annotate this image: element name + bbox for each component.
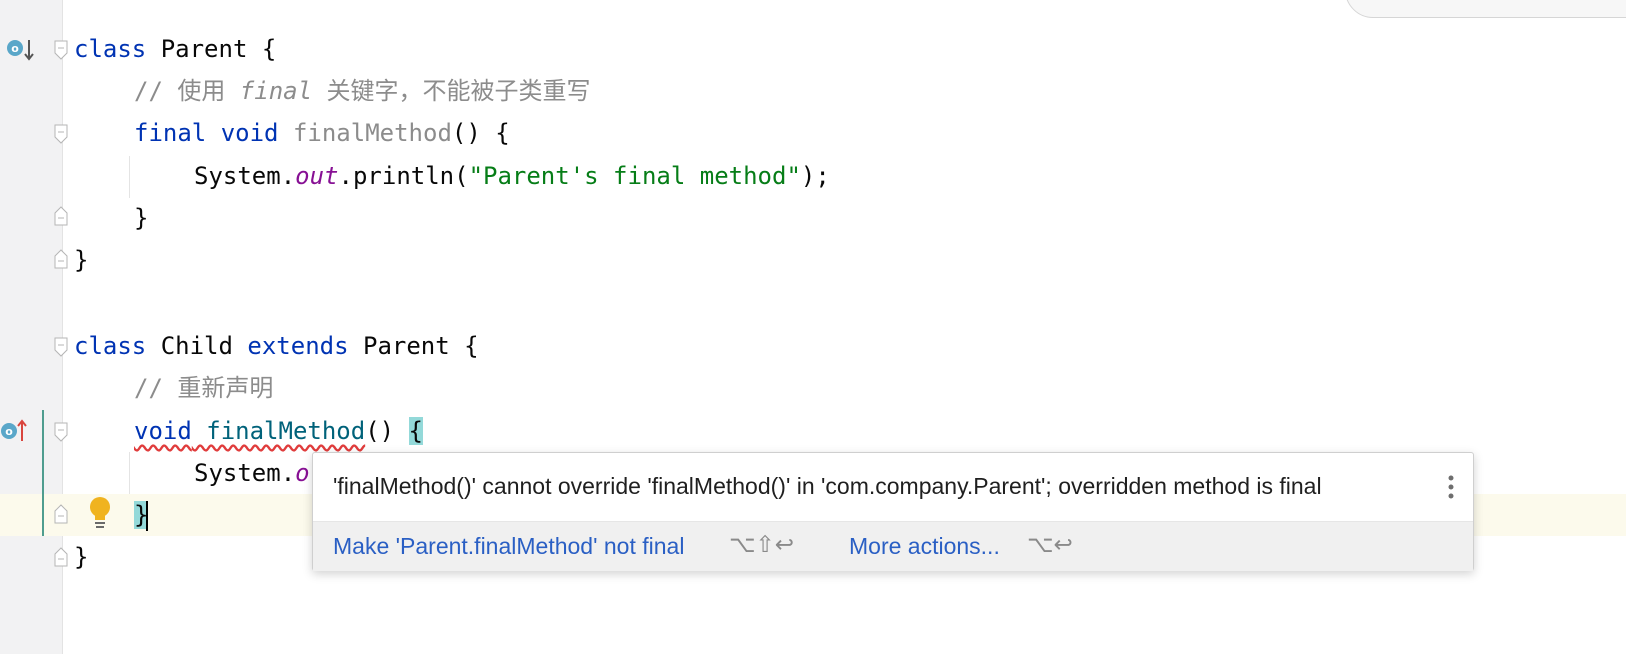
class-name: Parent {: [146, 35, 277, 63]
string-literal: "Parent's final method": [468, 162, 801, 190]
code-line-13[interactable]: }: [74, 536, 88, 578]
fold-open-icon[interactable]: [54, 422, 68, 442]
method-name: finalMethod: [278, 119, 452, 147]
brace: }: [134, 204, 149, 232]
punctuation: );: [800, 162, 830, 190]
keyword: void: [206, 119, 279, 147]
comment: // 使用: [134, 77, 240, 105]
code-line-3[interactable]: final void finalMethod() {: [134, 112, 510, 154]
svg-text:o: o: [11, 42, 19, 55]
fold-close-icon[interactable]: [54, 249, 68, 269]
make-not-final-action[interactable]: Make 'Parent.finalMethod' not final: [333, 533, 684, 560]
more-actions-link[interactable]: More actions...: [849, 533, 1000, 560]
code-line-2[interactable]: // 使用 final 关键字，不能被子类重写: [134, 70, 591, 112]
comment: // 重新声明: [134, 374, 274, 402]
overridden-method-icon[interactable]: o: [6, 38, 36, 69]
shortcut-hint: ⌥↩: [1027, 532, 1073, 558]
class-ref: System.: [194, 459, 296, 487]
keyword: final: [134, 119, 207, 147]
keyword: class: [74, 332, 147, 360]
code-line-10[interactable]: void finalMethod() {: [134, 410, 423, 452]
keyword: class: [74, 35, 147, 63]
lightbulb-icon[interactable]: [88, 496, 112, 530]
keyword: extends: [247, 332, 349, 360]
code-line-9[interactable]: // 重新声明: [134, 367, 273, 409]
brace: }: [74, 543, 89, 571]
code-line-4[interactable]: System.out.println("Parent's final metho…: [194, 155, 830, 197]
code-line-11[interactable]: System.o: [194, 452, 310, 494]
static-field: o: [295, 459, 310, 487]
popup-actions-bar: Make 'Parent.finalMethod' not final ⌥⇧↩ …: [313, 521, 1473, 571]
class-ref: System.: [194, 162, 296, 190]
change-marker[interactable]: [42, 410, 44, 536]
method-call: .println(: [338, 162, 469, 190]
fold-open-icon[interactable]: [54, 337, 68, 357]
fold-open-icon[interactable]: [54, 40, 68, 60]
punctuation: () {: [451, 119, 510, 147]
code-line-6[interactable]: }: [74, 239, 88, 281]
indent-guide: [129, 156, 130, 198]
error-highlight[interactable]: void finalMethod: [134, 417, 365, 445]
code-line-5[interactable]: }: [134, 197, 148, 239]
comment: 关键字，不能被子类重写: [312, 77, 591, 105]
fold-close-icon[interactable]: [54, 547, 68, 567]
comment-italic: final: [239, 77, 313, 105]
vertical-ellipsis-icon[interactable]: [1447, 473, 1455, 501]
editor-gutter: [0, 0, 62, 654]
svg-text:o: o: [5, 425, 13, 438]
text-cursor: [146, 501, 149, 531]
class-name: Parent {: [348, 332, 479, 360]
keyword: void: [134, 417, 192, 445]
static-field: out: [295, 162, 339, 190]
error-message: 'finalMethod()' cannot override 'finalMe…: [333, 473, 1322, 499]
fold-close-icon[interactable]: [54, 504, 68, 524]
code-line-12[interactable]: }: [134, 494, 149, 536]
floating-toolbar-edge: [1345, 0, 1626, 18]
class-name: Child: [146, 332, 248, 360]
code-line-1[interactable]: class Parent {: [74, 28, 276, 70]
shortcut-hint: ⌥⇧↩: [729, 532, 795, 558]
fold-open-icon[interactable]: [54, 124, 68, 144]
error-tooltip-popup[interactable]: 'finalMethod()' cannot override 'finalMe…: [312, 452, 1474, 571]
code-line-8[interactable]: class Child extends Parent {: [74, 325, 479, 367]
brace: }: [74, 246, 89, 274]
fold-close-icon[interactable]: [54, 206, 68, 226]
indent-guide: [129, 452, 130, 494]
overriding-method-icon[interactable]: o: [0, 418, 30, 449]
method-name: finalMethod: [191, 417, 366, 445]
matched-brace: {: [408, 417, 423, 445]
punctuation: (): [365, 417, 409, 445]
